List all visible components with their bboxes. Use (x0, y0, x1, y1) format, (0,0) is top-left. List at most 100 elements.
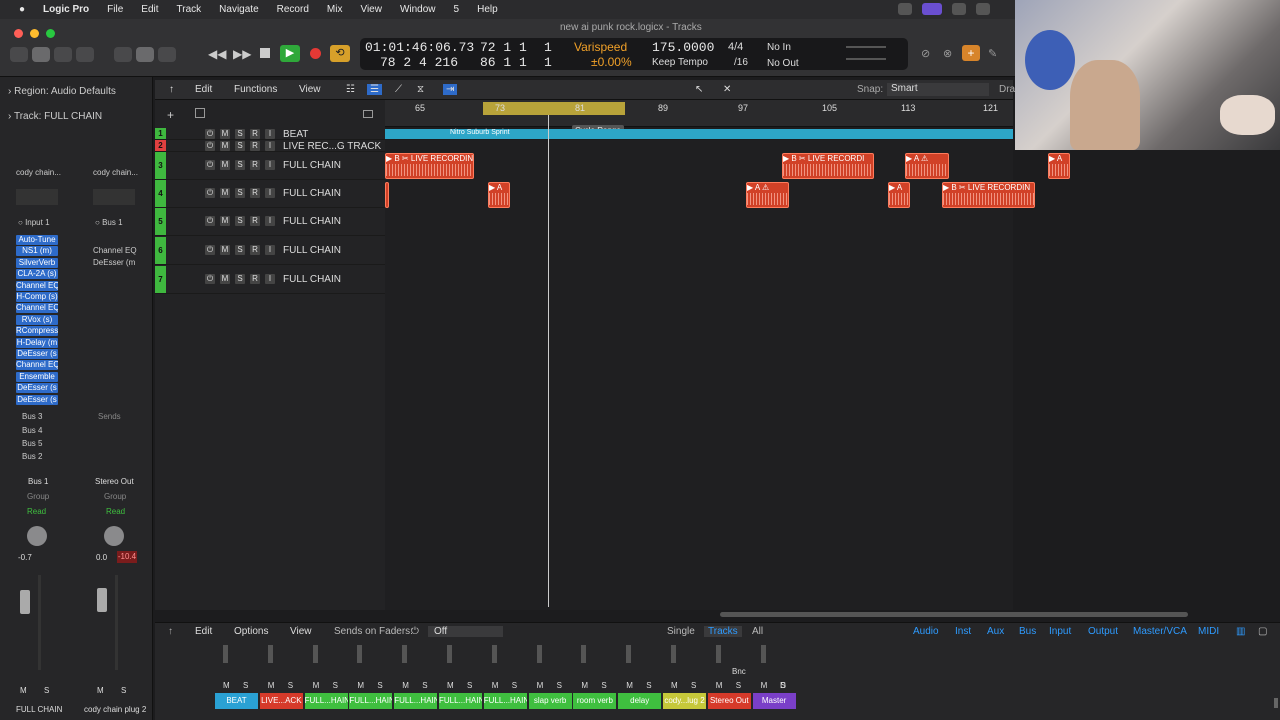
power-icon[interactable]: ⏻ (205, 245, 215, 255)
mixer-mute-button[interactable]: M (626, 681, 633, 690)
pointer-tool-icon[interactable]: ↖ (695, 84, 703, 95)
secondary-tool-icon[interactable]: ✕ (723, 84, 731, 95)
mixer-channel-name[interactable]: Master (752, 693, 796, 709)
mute-button[interactable]: M (220, 216, 230, 226)
solo-button[interactable]: S (235, 216, 245, 226)
tracks-view-menu[interactable]: View (299, 84, 321, 95)
division[interactable]: /16 (734, 57, 748, 68)
audio-region[interactable]: ▶ A ⚠ (905, 153, 949, 179)
strip1-plugin-slot[interactable]: DeEsser (s (16, 349, 58, 359)
menu-5[interactable]: 5 (445, 4, 469, 15)
status-icon[interactable] (922, 3, 942, 15)
strip1-eq-thumbnail[interactable] (16, 189, 58, 205)
mixer-channel-name[interactable]: FULL...HAIN (394, 693, 438, 709)
mixer-filter-button[interactable]: Aux (987, 626, 1004, 637)
send-bus[interactable]: Bus 3 (22, 412, 42, 421)
playhead[interactable] (548, 115, 549, 607)
up-arrow-icon[interactable]: ↑ (169, 84, 174, 95)
mixer-fader[interactable] (402, 645, 408, 663)
menu-view[interactable]: View (351, 4, 391, 15)
mixer-mute-button[interactable]: M (313, 681, 320, 690)
send-bus[interactable]: Bus 4 (22, 426, 42, 435)
tracks-edit-menu[interactable]: Edit (195, 84, 212, 95)
mixer-single-tab[interactable]: Single (667, 626, 695, 637)
close-window-button[interactable] (14, 29, 23, 38)
mixer-solo-button[interactable]: S (288, 681, 293, 690)
track-header[interactable]: 6 ⏻ M S R I FULL CHAIN (155, 237, 385, 265)
mixer-options-menu[interactable]: Options (234, 626, 268, 637)
mixer-solo-button[interactable]: S (557, 681, 562, 690)
strip2-plugin[interactable]: DeEsser (m (93, 258, 135, 267)
read-button[interactable]: R (250, 216, 260, 226)
mixer-all-tab[interactable]: All (752, 626, 763, 637)
mixer-layout-alt-icon[interactable]: ▢ (1258, 626, 1267, 637)
strip2-setting[interactable]: cody chain... (93, 168, 138, 177)
read-button[interactable]: R (250, 129, 260, 139)
tuner-icon[interactable]: ⊘ (921, 47, 930, 60)
mixer-solo-button[interactable]: S (512, 681, 517, 690)
strip2-pan-knob[interactable] (104, 526, 124, 546)
sends-on-faders-select[interactable]: Off (428, 626, 503, 637)
power-icon[interactable]: ⏻ (205, 274, 215, 284)
read-button[interactable]: R (250, 160, 260, 170)
track-name[interactable]: FULL CHAIN (283, 188, 341, 199)
mixer-fader[interactable] (357, 645, 363, 663)
mixer-filter-button[interactable]: Audio (913, 626, 939, 637)
audio-region[interactable]: ▶ A (888, 182, 910, 208)
catch-icon[interactable]: ⇥ (443, 84, 458, 95)
mixer-fader[interactable] (715, 645, 721, 663)
status-icon[interactable] (952, 3, 966, 15)
strip1-automation[interactable]: Read (27, 507, 46, 516)
mixer-fader[interactable] (581, 645, 587, 663)
varispeed-label[interactable]: Varispeed (574, 40, 627, 54)
bounce-button[interactable]: Bnc (732, 667, 746, 676)
mute-button[interactable]: M (220, 274, 230, 284)
strip1-solo[interactable]: S (44, 686, 49, 695)
mute-button[interactable]: M (220, 141, 230, 151)
mixer-channel-name[interactable]: BEAT (215, 693, 258, 709)
mixer-channel-name[interactable]: delay (618, 693, 662, 709)
mixer-channel-name[interactable]: slap verb (528, 693, 572, 709)
audio-region[interactable]: ▶ A ⚠ (746, 182, 789, 208)
menu-mix[interactable]: Mix (318, 4, 352, 15)
strip1-plugin-slot[interactable]: SilverVerb (16, 257, 58, 268)
strip1-output[interactable]: Bus 1 (28, 477, 48, 486)
mixer-mute-button[interactable]: M (537, 681, 544, 690)
duplicate-track-icon[interactable] (195, 108, 205, 118)
mixer-fader[interactable] (312, 645, 318, 663)
strip2-eq-thumbnail[interactable] (93, 189, 135, 205)
solo-button[interactable]: S (235, 188, 245, 198)
track-name[interactable]: FULL CHAIN (283, 216, 341, 227)
audio-region[interactable]: ▶ B ✂ LIVE RECORDIN (942, 182, 1035, 208)
strip2-input[interactable]: ○ Bus 1 (95, 218, 123, 227)
mixer-channel-name[interactable]: FULL...HAIN (483, 693, 527, 709)
mixer-mute-button[interactable]: M (402, 681, 409, 690)
track-header[interactable]: 7 ⏻ M S R I FULL CHAIN (155, 266, 385, 294)
menu-navigate[interactable]: Navigate (210, 4, 267, 15)
cycle-button[interactable]: ⟲ (330, 45, 350, 62)
power-icon[interactable]: ⏻ (411, 626, 419, 637)
add-track-button[interactable]: + (167, 108, 174, 122)
menu-help[interactable]: Help (468, 4, 507, 15)
input-monitor-button[interactable]: I (265, 160, 275, 170)
audio-region[interactable]: ▶ A (488, 182, 510, 208)
menu-record[interactable]: Record (268, 4, 318, 15)
strip1-plugin-slot[interactable]: H-Delay (m (16, 337, 58, 348)
strip2-group[interactable]: Group (104, 492, 126, 501)
mixer-channel-name[interactable]: cody...lug 2 (663, 693, 706, 709)
mixer-channel-name[interactable]: FULL...HAIN (349, 693, 393, 709)
track-name[interactable]: BEAT (283, 129, 308, 140)
mixer-fader[interactable] (491, 645, 497, 663)
mixer-filter-button[interactable]: Master/VCA (1133, 626, 1187, 637)
input-monitor-button[interactable]: I (265, 245, 275, 255)
menu-window[interactable]: Window (391, 4, 445, 15)
track-inspector-header[interactable]: › Track: FULL CHAIN (8, 111, 102, 122)
read-button[interactable]: R (250, 245, 260, 255)
mixer-channel-name[interactable]: Stereo Out (707, 693, 751, 709)
strip1-setting[interactable]: cody chain... (16, 168, 61, 177)
send-bus[interactable]: Bus 5 (22, 439, 42, 448)
forward-icon[interactable]: ▶▶ (233, 47, 251, 61)
mixer-solo-button[interactable]: S (736, 681, 741, 690)
minimize-window-button[interactable] (30, 29, 39, 38)
inspector-button[interactable] (32, 47, 50, 62)
